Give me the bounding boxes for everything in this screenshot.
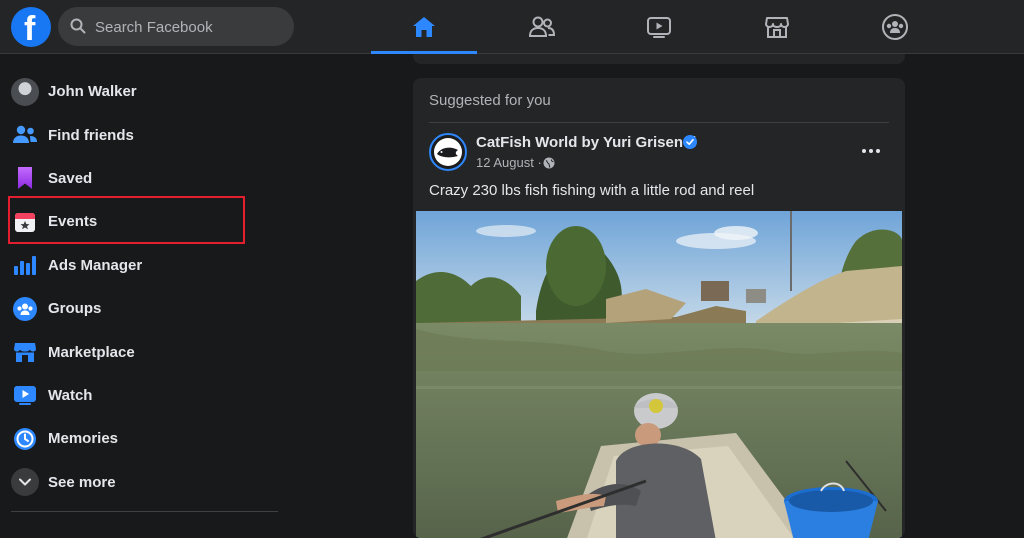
tab-marketplace[interactable] [724,0,830,53]
clock-icon [14,427,36,450]
post-text: Crazy 230 lbs fish fishing with a little… [429,182,755,199]
sidebar-item-saved[interactable]: Saved [0,157,290,200]
marketplace-icon [14,343,36,363]
profile-avatar-wrapper [11,77,39,106]
watch-icon [647,16,671,38]
marketplace-icon-wrapper [11,338,39,366]
marketplace-icon [765,16,789,38]
globe-icon [543,157,555,169]
checkmark-icon [686,139,694,145]
search-input[interactable] [93,7,287,48]
bookmark-icon-wrapper [11,164,39,192]
page-avatar[interactable] [429,133,467,171]
sidebar-item-label: Watch [48,386,93,404]
tab-home[interactable] [371,0,477,54]
sidebar-item-label: Saved [48,169,93,187]
see-more-circle [11,468,39,497]
sidebar-item-see-more[interactable]: See more [0,461,290,504]
watch-icon-wrapper [11,381,39,409]
tab-watch[interactable] [606,0,712,53]
card-divider [429,122,889,123]
sidebar-item-label: Memories [48,430,119,448]
chevron-down-icon [19,478,31,486]
groups-icon [13,296,37,321]
groups-icon-wrapper [11,295,39,323]
tab-groups[interactable] [842,0,948,53]
sidebar-item-marketplace[interactable]: Marketplace [0,330,290,373]
sidebar-item-label: See more [48,473,116,491]
see-more-icon-wrapper [11,468,39,497]
home-icon [413,16,435,37]
calendar-icon-wrapper [11,208,39,236]
suggested-header: Suggested for you [429,92,551,109]
catfish-logo-icon [434,138,462,166]
tab-friends[interactable] [489,0,595,53]
left-sidebar: John Walker Find friends Saved Events Ad… [0,70,290,504]
friends-icon-wrapper [11,121,39,149]
avatar [11,77,39,106]
sidebar-item-label: Events [48,213,98,231]
groups-icon [882,13,908,40]
page-name-link[interactable]: CatFish World by Yuri Grisendi [476,134,696,151]
search-box[interactable] [58,7,294,48]
post-timestamp[interactable]: 12 August · [476,155,542,170]
sidebar-item-watch[interactable]: Watch [0,374,290,417]
sidebar-item-label: Marketplace [48,343,135,361]
facebook-logo[interactable]: f [11,7,51,48]
bookmark-icon [18,167,32,190]
sidebar-item-label: Ads Manager [48,256,143,274]
calendar-star-icon [15,212,35,232]
sidebar-item-label: Groups [48,300,102,318]
sidebar-item-events[interactable]: Events [0,200,290,243]
sidebar-divider [11,511,278,512]
sidebar-item-label: Find friends [48,126,134,144]
top-navigation-bar: f [0,0,1024,54]
friends-icon [528,16,556,37]
sidebar-item-find-friends[interactable]: Find friends [0,113,290,156]
search-icon [70,18,86,34]
sidebar-item-memories[interactable]: Memories [0,417,290,460]
fishing-photo [416,211,902,538]
sidebar-item-ads-manager[interactable]: Ads Manager [0,244,290,287]
sidebar-item-groups[interactable]: Groups [0,287,290,330]
sidebar-item-profile[interactable]: John Walker [0,70,290,113]
previous-card-bottom [413,54,905,64]
more-horizontal-icon [862,149,880,153]
logo-letter: f [24,10,36,48]
post-media[interactable] [416,211,902,538]
friends-icon [13,125,37,144]
verified-badge-icon [683,135,697,149]
watch-icon [14,386,36,406]
bar-chart-icon-wrapper [11,251,39,279]
sidebar-item-label: John Walker [48,83,137,101]
bar-chart-icon [14,256,36,276]
post-options-button[interactable] [853,138,889,164]
clock-icon-wrapper [11,425,39,453]
suggested-post-card: Suggested for you CatFish World by Yuri … [413,78,905,538]
